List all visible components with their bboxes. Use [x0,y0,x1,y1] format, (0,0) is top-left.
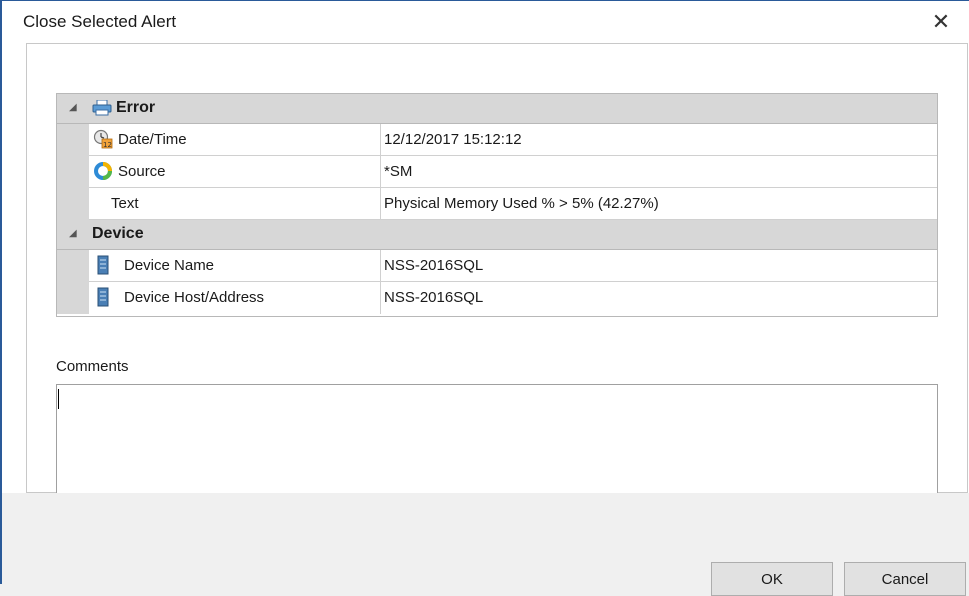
property-row-device-host[interactable]: Device Host/Address NSS-2016SQL [57,282,937,314]
property-name: Device Host/Address [124,289,265,306]
comments-label: Comments [56,358,129,375]
property-row-datetime[interactable]: 12 Date/Time 12/12/2017 15:12:12 [57,124,937,156]
comments-textarea[interactable] [56,384,938,495]
title-bar: Close Selected Alert ✕ [2,1,969,43]
property-name: Date/Time [118,131,187,148]
category-label: Device [92,225,144,242]
dialog-title: Close Selected Alert [23,12,177,31]
server-icon [93,287,113,307]
printer-icon [92,99,112,116]
property-row-source[interactable]: Source *SM [57,156,937,188]
collapse-arrow-icon[interactable]: ◢ [69,102,77,113]
property-value: Physical Memory Used % > 5% (42.27%) [384,195,659,212]
dialog-footer: OK Cancel [2,493,969,596]
collapse-arrow-icon[interactable]: ◢ [69,228,77,239]
property-value: *SM [384,163,413,180]
text-caret [58,389,59,409]
property-name: Source [118,163,166,180]
close-alert-dialog: Close Selected Alert ✕ ◢ Error 12 Date/T… [0,0,969,596]
category-error[interactable]: ◢ Error [57,94,937,124]
alert-property-grid: ◢ Error 12 Date/Time 12/12/2017 15:12:12… [56,93,938,317]
close-icon[interactable]: ✕ [927,9,955,35]
svg-text:12: 12 [103,141,112,149]
ok-button[interactable]: OK [711,562,833,596]
source-ring-icon [93,161,113,181]
server-icon [93,255,113,275]
calendar-clock-icon: 12 [93,129,113,149]
property-name: Text [111,195,139,212]
property-value: 12/12/2017 15:12:12 [384,131,522,148]
property-row-device-name[interactable]: Device Name NSS-2016SQL [57,250,937,282]
property-value: NSS-2016SQL [384,289,484,306]
property-name: Device Name [124,257,215,274]
property-value: NSS-2016SQL [384,257,484,274]
category-device[interactable]: ◢ Device [57,220,937,250]
property-row-text[interactable]: Text Physical Memory Used % > 5% (42.27%… [57,188,937,220]
dialog-content: ◢ Error 12 Date/Time 12/12/2017 15:12:12… [26,43,968,495]
cancel-button[interactable]: Cancel [844,562,966,596]
category-label: Error [116,99,156,116]
